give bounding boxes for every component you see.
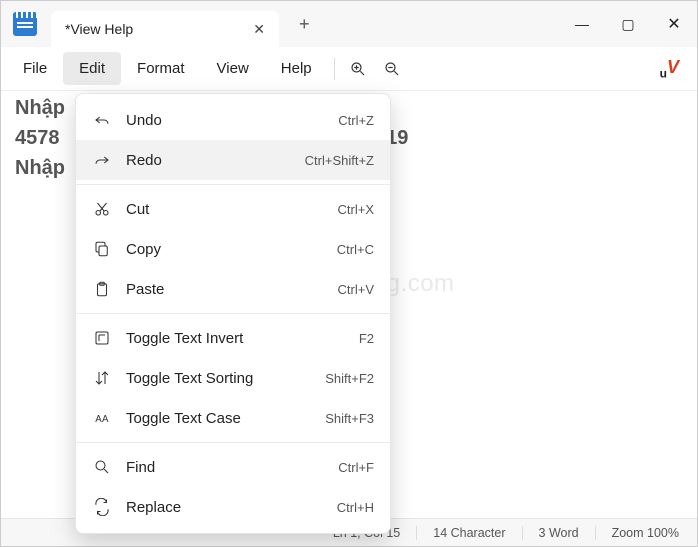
menu-item-undo[interactable]: UndoCtrl+Z [76, 100, 390, 140]
menu-item-paste[interactable]: PasteCtrl+V [76, 269, 390, 309]
menu-file[interactable]: File [7, 52, 63, 85]
copy-icon [90, 240, 114, 258]
menu-view[interactable]: View [201, 52, 265, 85]
case-icon: AA [90, 409, 114, 427]
status-zoom: Zoom 100% [604, 526, 687, 540]
menu-item-label: Redo [126, 152, 305, 169]
status-characters: 14 Character [425, 526, 513, 540]
menu-separator [334, 58, 335, 80]
maximize-button[interactable]: ▢ [605, 1, 651, 47]
tab-title: *View Help [65, 21, 133, 37]
menu-item-replace[interactable]: ReplaceCtrl+H [76, 487, 390, 527]
menu-item-shortcut: Ctrl+Shift+Z [305, 153, 374, 168]
status-words: 3 Word [531, 526, 587, 540]
find-icon [90, 458, 114, 476]
titlebar: *View Help ✕ + — ▢ ✕ [1, 1, 697, 47]
menu-item-copy[interactable]: CopyCtrl+C [76, 229, 390, 269]
close-window-button[interactable]: ✕ [651, 1, 697, 47]
redo-icon [90, 151, 114, 169]
text-line: 4578 [15, 127, 60, 149]
menu-item-label: Replace [126, 499, 337, 516]
menu-item-cut[interactable]: CutCtrl+X [76, 189, 390, 229]
invert-icon [90, 329, 114, 347]
menu-item-label: Toggle Text Case [126, 410, 325, 427]
replace-icon [90, 498, 114, 516]
menu-item-shortcut: Shift+F3 [325, 411, 374, 426]
menu-format[interactable]: Format [121, 52, 201, 85]
menu-item-label: Copy [126, 241, 337, 258]
menu-item-label: Undo [126, 112, 338, 129]
menu-divider [76, 442, 390, 443]
menu-help[interactable]: Help [265, 52, 328, 85]
menu-divider [76, 313, 390, 314]
menu-item-toggle-text-sorting[interactable]: Toggle Text SortingShift+F2 [76, 358, 390, 398]
menu-item-shortcut: F2 [359, 331, 374, 346]
paste-icon [90, 280, 114, 298]
app-logo: uV [660, 57, 679, 81]
app-icon [13, 12, 37, 36]
cut-icon [90, 200, 114, 218]
svg-text:A: A [102, 414, 109, 425]
undo-icon [90, 111, 114, 129]
edit-menu-dropdown: UndoCtrl+ZRedoCtrl+Shift+ZCutCtrl+XCopyC… [75, 93, 391, 534]
menu-item-shortcut: Ctrl+Z [338, 113, 374, 128]
menubar: FileEditFormatViewHelp uV [1, 47, 697, 91]
menu-item-label: Toggle Text Sorting [126, 370, 325, 387]
menu-item-toggle-text-invert[interactable]: Toggle Text InvertF2 [76, 318, 390, 358]
menu-item-shortcut: Ctrl+F [338, 460, 374, 475]
sort-icon [90, 369, 114, 387]
menu-item-shortcut: Ctrl+C [337, 242, 374, 257]
new-tab-button[interactable]: + [299, 14, 310, 35]
zoom-in-button[interactable] [341, 52, 375, 86]
minimize-button[interactable]: — [559, 1, 605, 47]
menu-item-shortcut: Shift+F2 [325, 371, 374, 386]
window-controls: — ▢ ✕ [559, 1, 697, 47]
tab-close-icon[interactable]: ✕ [253, 21, 265, 38]
menu-item-label: Find [126, 459, 338, 476]
menu-item-shortcut: Ctrl+H [337, 500, 374, 515]
tab[interactable]: *View Help ✕ [51, 11, 279, 47]
zoom-out-button[interactable] [375, 52, 409, 86]
menu-item-shortcut: Ctrl+V [338, 282, 374, 297]
menu-item-redo[interactable]: RedoCtrl+Shift+Z [76, 140, 390, 180]
menu-edit[interactable]: Edit [63, 52, 121, 85]
menu-item-label: Toggle Text Invert [126, 330, 359, 347]
svg-text:A: A [95, 414, 102, 425]
menu-item-find[interactable]: FindCtrl+F [76, 447, 390, 487]
menu-item-label: Cut [126, 201, 338, 218]
menu-item-toggle-text-case[interactable]: AA Toggle Text CaseShift+F3 [76, 398, 390, 438]
menu-divider [76, 184, 390, 185]
menu-item-shortcut: Ctrl+X [338, 202, 374, 217]
menu-item-label: Paste [126, 281, 338, 298]
